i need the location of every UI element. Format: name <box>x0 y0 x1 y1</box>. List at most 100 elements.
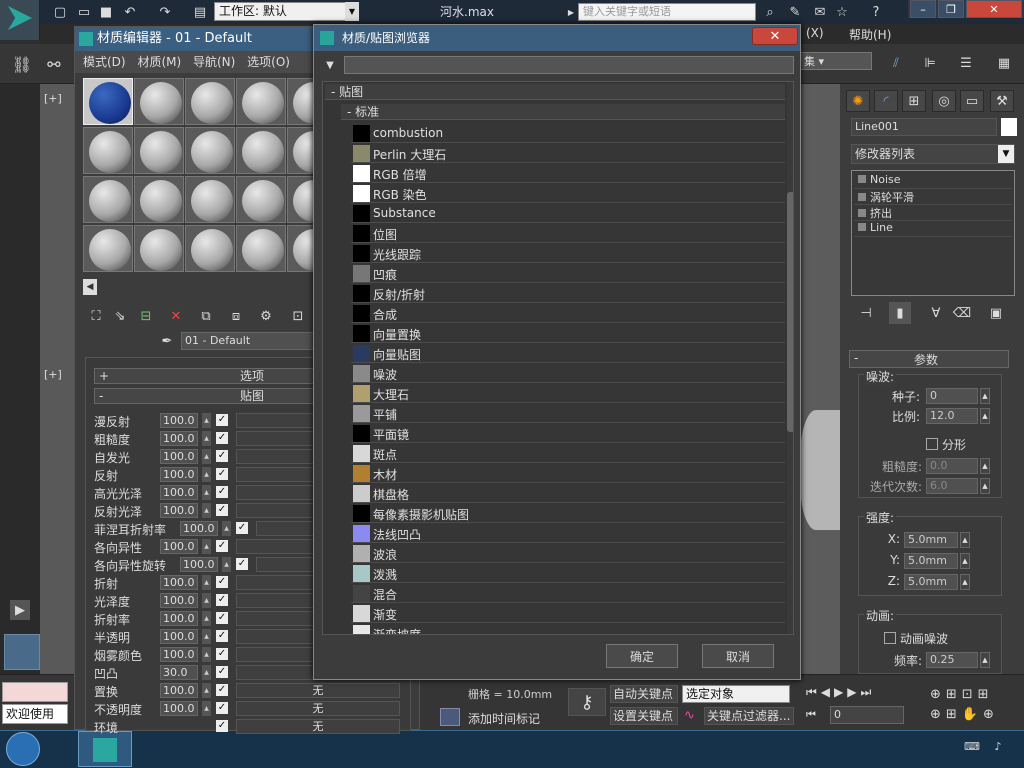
app-logo[interactable] <box>0 0 40 40</box>
strength-y-field[interactable]: 5.0mm <box>904 553 958 569</box>
search-by-name-input[interactable] <box>344 56 794 74</box>
map-list-item[interactable]: 光线跟踪 <box>351 244 785 263</box>
map-enable-checkbox[interactable]: ✓ <box>216 414 228 426</box>
map-amount-field[interactable]: 100.0 <box>160 701 198 716</box>
current-frame-field[interactable]: 0 <box>830 706 904 724</box>
remove-modifier-icon[interactable]: ⌫ <box>951 302 973 324</box>
spinner-icon[interactable]: ▲ <box>980 652 990 668</box>
sample-slot[interactable] <box>185 225 235 272</box>
viewport-label[interactable]: [+] <box>44 92 62 105</box>
configure-sets-icon[interactable]: ▣ <box>985 302 1007 324</box>
project-folder-icon[interactable]: ▤ <box>190 2 210 22</box>
map-enable-checkbox[interactable]: ✓ <box>216 450 228 462</box>
spinner-icon[interactable]: ▲ <box>222 557 231 572</box>
spinner-icon[interactable]: ▲ <box>960 532 970 548</box>
key-selection-dropdown[interactable]: 选定对象 <box>682 685 790 703</box>
chevron-down-icon[interactable]: ▼ <box>998 145 1014 163</box>
pin-stack-icon[interactable]: ⊣ <box>855 302 877 324</box>
open-file-icon[interactable]: ▭ <box>74 2 94 22</box>
assign-material-icon[interactable]: ⊟ <box>137 307 155 325</box>
map-list-item[interactable]: Perlin 大理石 <box>351 144 785 163</box>
menu-material[interactable]: 材质(M) <box>137 51 181 73</box>
scroll-left-icon[interactable]: ◀ <box>83 279 97 295</box>
menu-item-help[interactable]: 帮助(H) <box>849 26 891 43</box>
map-amount-field[interactable]: 30.0 <box>160 665 198 680</box>
menu-options[interactable]: 选项(O) <box>247 51 290 73</box>
spinner-icon[interactable]: ▲ <box>202 647 211 662</box>
map-enable-checkbox[interactable]: ✓ <box>216 648 228 660</box>
ok-button[interactable]: 确定 <box>606 644 678 668</box>
map-list-item[interactable]: 位图 <box>351 224 785 243</box>
map-list-item[interactable]: 向量贴图 <box>351 344 785 363</box>
map-amount-field[interactable]: 100.0 <box>160 575 198 590</box>
volume-icon[interactable]: ♪ <box>990 738 1006 754</box>
spinner-icon[interactable]: ▲ <box>202 575 211 590</box>
workspace-select[interactable]: 工作区: 默认 <box>214 2 359 21</box>
sample-slot[interactable] <box>134 78 184 125</box>
bookmark-icon[interactable]: ✉ <box>810 2 830 22</box>
map-amount-field[interactable]: 100.0 <box>180 557 218 572</box>
map-enable-checkbox[interactable]: ✓ <box>216 432 228 444</box>
map-amount-field[interactable]: 100.0 <box>180 521 218 536</box>
sample-slot[interactable] <box>236 127 286 174</box>
scale-field[interactable]: 12.0 <box>926 408 978 424</box>
filter-icon[interactable]: ▼ <box>322 57 338 73</box>
utilities-tab-icon[interactable]: ⚒ <box>990 90 1014 112</box>
reset-icon[interactable]: ✕ <box>167 307 185 325</box>
new-file-icon[interactable]: ▢ <box>50 2 70 22</box>
map-list-item[interactable]: 凹痕 <box>351 264 785 283</box>
sample-slot[interactable] <box>83 225 133 272</box>
display-tab-icon[interactable]: ▭ <box>960 90 984 112</box>
map-list-item[interactable]: 渐变坡度 <box>351 624 785 634</box>
map-amount-field[interactable]: 100.0 <box>160 449 198 464</box>
iterations-field[interactable]: 6.0 <box>926 478 978 494</box>
map-slot-button[interactable]: 无 <box>236 683 400 698</box>
spinner-icon[interactable]: ▲ <box>202 431 211 446</box>
viewport-nav-controls[interactable]: ⊕⊞⊡⊞ ⊕⊞✋⊕ <box>930 685 1020 725</box>
stack-item-turbosmooth[interactable]: 涡轮平滑 <box>854 189 1012 205</box>
viewport-layout-icon[interactable] <box>4 634 40 670</box>
spinner-icon[interactable]: ▲ <box>980 408 990 424</box>
animate-noise-checkbox[interactable] <box>884 632 896 644</box>
scrollbar[interactable] <box>787 82 793 634</box>
search-input[interactable]: 键入关键字或短语 <box>578 3 756 21</box>
spinner-icon[interactable]: ▲ <box>202 701 211 716</box>
map-amount-field[interactable]: 100.0 <box>160 467 198 482</box>
spinner-icon[interactable]: ▲ <box>202 485 211 500</box>
sample-slot[interactable] <box>134 176 184 223</box>
time-tag-icon[interactable] <box>440 708 460 726</box>
sample-slot[interactable] <box>236 78 286 125</box>
object-color-swatch[interactable] <box>1001 118 1017 136</box>
sample-slot[interactable] <box>185 127 235 174</box>
eyedropper-icon[interactable]: ✒ <box>157 332 177 350</box>
spinner-icon[interactable]: ▲ <box>202 467 211 482</box>
curve-editor-icon[interactable]: ▦ <box>992 50 1016 76</box>
sample-slot[interactable] <box>134 225 184 272</box>
map-enable-checkbox[interactable]: ✓ <box>216 720 228 732</box>
map-amount-field[interactable]: 100.0 <box>160 503 198 518</box>
stack-item-noise[interactable]: Noise <box>854 173 1012 189</box>
map-list-item[interactable]: 平面镜 <box>351 424 785 443</box>
set-key-button[interactable]: 设置关键点 <box>610 707 678 725</box>
material-name-field[interactable]: 01 - Default <box>181 332 315 350</box>
redo-icon[interactable]: ↷ <box>155 2 175 22</box>
material-id-icon[interactable]: ⊡ <box>289 307 307 325</box>
motion-tab-icon[interactable]: ◎ <box>932 90 956 112</box>
undo-icon[interactable]: ↶ <box>120 2 140 22</box>
spinner-icon[interactable]: ▲ <box>202 413 211 428</box>
sample-slot[interactable] <box>83 176 133 223</box>
roughness-field[interactable]: 0.0 <box>926 458 978 474</box>
spinner-icon[interactable]: ▲ <box>960 553 970 569</box>
map-amount-field[interactable]: 100.0 <box>160 629 198 644</box>
map-amount-field[interactable]: 100.0 <box>160 413 198 428</box>
keyboard-icon[interactable]: ⌨ <box>964 738 980 754</box>
close-icon[interactable]: ✕ <box>752 27 798 45</box>
spinner-icon[interactable]: ▲ <box>980 478 990 494</box>
unlink-icon[interactable]: ⚯ <box>42 52 66 76</box>
map-enable-checkbox[interactable]: ✓ <box>216 702 228 714</box>
spinner-icon[interactable]: ▲ <box>980 388 990 404</box>
map-list-item[interactable]: 合成 <box>351 304 785 323</box>
map-list-item[interactable]: combustion <box>351 124 785 143</box>
group-maps[interactable]: - 贴图 <box>325 84 785 100</box>
fractal-checkbox[interactable] <box>926 438 938 450</box>
